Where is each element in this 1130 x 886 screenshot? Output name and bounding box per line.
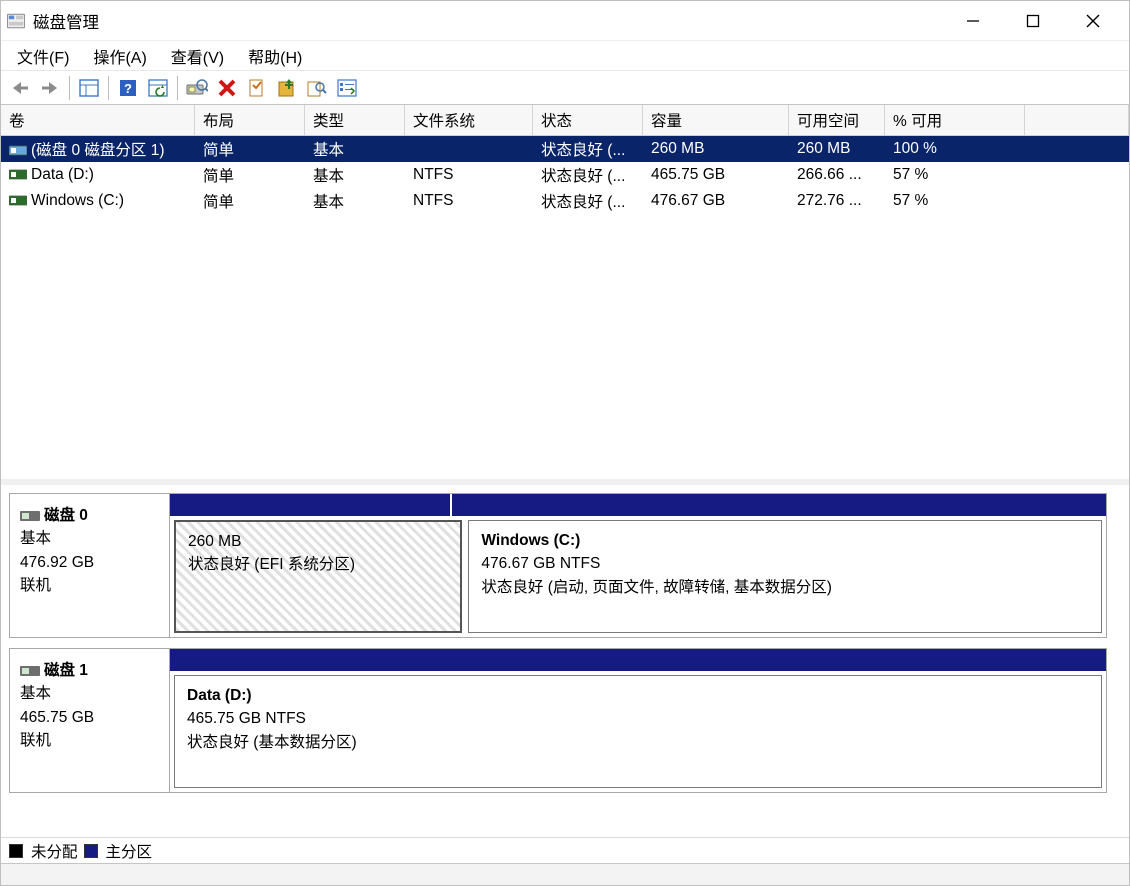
legend: 未分配 主分区: [1, 837, 1129, 863]
back-button[interactable]: [5, 73, 35, 103]
disk-strip-segment: [452, 494, 1106, 516]
legend-unallocated: 未分配: [31, 840, 78, 862]
refresh-button[interactable]: [143, 73, 173, 103]
toolbar: ?: [1, 71, 1129, 105]
partition[interactable]: Windows (C:)476.67 GB NTFS状态良好 (启动, 页面文件…: [468, 520, 1102, 633]
col-capacity[interactable]: 容量: [643, 105, 789, 135]
volume-row[interactable]: Windows (C:)简单基本NTFS状态良好 (...476.67 GB27…: [1, 188, 1129, 214]
volume-body[interactable]: (磁盘 0 磁盘分区 1)简单基本状态良好 (...260 MB260 MB10…: [1, 136, 1129, 479]
disk-label[interactable]: 磁盘 0基本476.92 GB联机: [10, 494, 170, 637]
disk-label[interactable]: 磁盘 1基本465.75 GB联机: [10, 649, 170, 792]
col-pct[interactable]: % 可用: [885, 105, 1025, 135]
rescan-button[interactable]: [182, 73, 212, 103]
forward-button[interactable]: [35, 73, 65, 103]
status-bar: [1, 863, 1129, 885]
properties-button[interactable]: [242, 73, 272, 103]
menu-action[interactable]: 操作(A): [81, 40, 158, 72]
delete-button[interactable]: [212, 73, 242, 103]
col-volume[interactable]: 卷: [1, 105, 195, 135]
maximize-button[interactable]: [1003, 1, 1063, 41]
partition[interactable]: Data (D:)465.75 GB NTFS状态良好 (基本数据分区): [174, 675, 1102, 788]
svg-text:?: ?: [124, 81, 132, 96]
disk-strip-segment: [170, 649, 1106, 671]
legend-primary-swatch: [84, 844, 98, 858]
col-filesystem[interactable]: 文件系统: [405, 105, 533, 135]
minimize-button[interactable]: [943, 1, 1003, 41]
title-bar[interactable]: 磁盘管理: [1, 1, 1129, 41]
col-free[interactable]: 可用空间: [789, 105, 885, 135]
volume-header: 卷 布局 类型 文件系统 状态 容量 可用空间 % 可用: [1, 105, 1129, 136]
app-icon: [7, 13, 25, 29]
menu-file[interactable]: 文件(F): [5, 40, 81, 72]
help-button[interactable]: ?: [113, 73, 143, 103]
partition[interactable]: 260 MB状态良好 (EFI 系统分区): [174, 520, 462, 633]
volume-row[interactable]: Data (D:)简单基本NTFS状态良好 (...465.75 GB266.6…: [1, 162, 1129, 188]
disk-map-scroll[interactable]: 磁盘 0基本476.92 GB联机260 MB状态良好 (EFI 系统分区)Wi…: [1, 485, 1129, 837]
volume-row[interactable]: (磁盘 0 磁盘分区 1)简单基本状态良好 (...260 MB260 MB10…: [1, 136, 1129, 162]
find-button[interactable]: [302, 73, 332, 103]
volume-list: 卷 布局 类型 文件系统 状态 容量 可用空间 % 可用 (磁盘 0 磁盘分区 …: [1, 105, 1129, 485]
window: 磁盘管理 文件(F) 操作(A) 查看(V) 帮助(H) ?: [0, 0, 1130, 886]
window-title: 磁盘管理: [33, 9, 99, 33]
disk-icon: [20, 506, 40, 520]
menu-bar: 文件(F) 操作(A) 查看(V) 帮助(H): [1, 41, 1129, 71]
menu-view[interactable]: 查看(V): [159, 40, 236, 72]
disk-row[interactable]: 磁盘 1基本465.75 GB联机Data (D:)465.75 GB NTFS…: [9, 648, 1107, 793]
list-button[interactable]: [332, 73, 362, 103]
show-console-button[interactable]: [74, 73, 104, 103]
new-button[interactable]: [272, 73, 302, 103]
close-button[interactable]: [1063, 1, 1123, 41]
menu-help[interactable]: 帮助(H): [236, 40, 314, 72]
legend-unallocated-swatch: [9, 844, 23, 858]
legend-primary: 主分区: [106, 840, 153, 862]
col-type[interactable]: 类型: [305, 105, 405, 135]
col-status[interactable]: 状态: [533, 105, 643, 135]
col-layout[interactable]: 布局: [195, 105, 305, 135]
disk-map: 磁盘 0基本476.92 GB联机260 MB状态良好 (EFI 系统分区)Wi…: [1, 485, 1129, 863]
disk-strip-segment: [170, 494, 452, 516]
disk-row[interactable]: 磁盘 0基本476.92 GB联机260 MB状态良好 (EFI 系统分区)Wi…: [9, 493, 1107, 638]
disk-icon: [20, 661, 40, 675]
